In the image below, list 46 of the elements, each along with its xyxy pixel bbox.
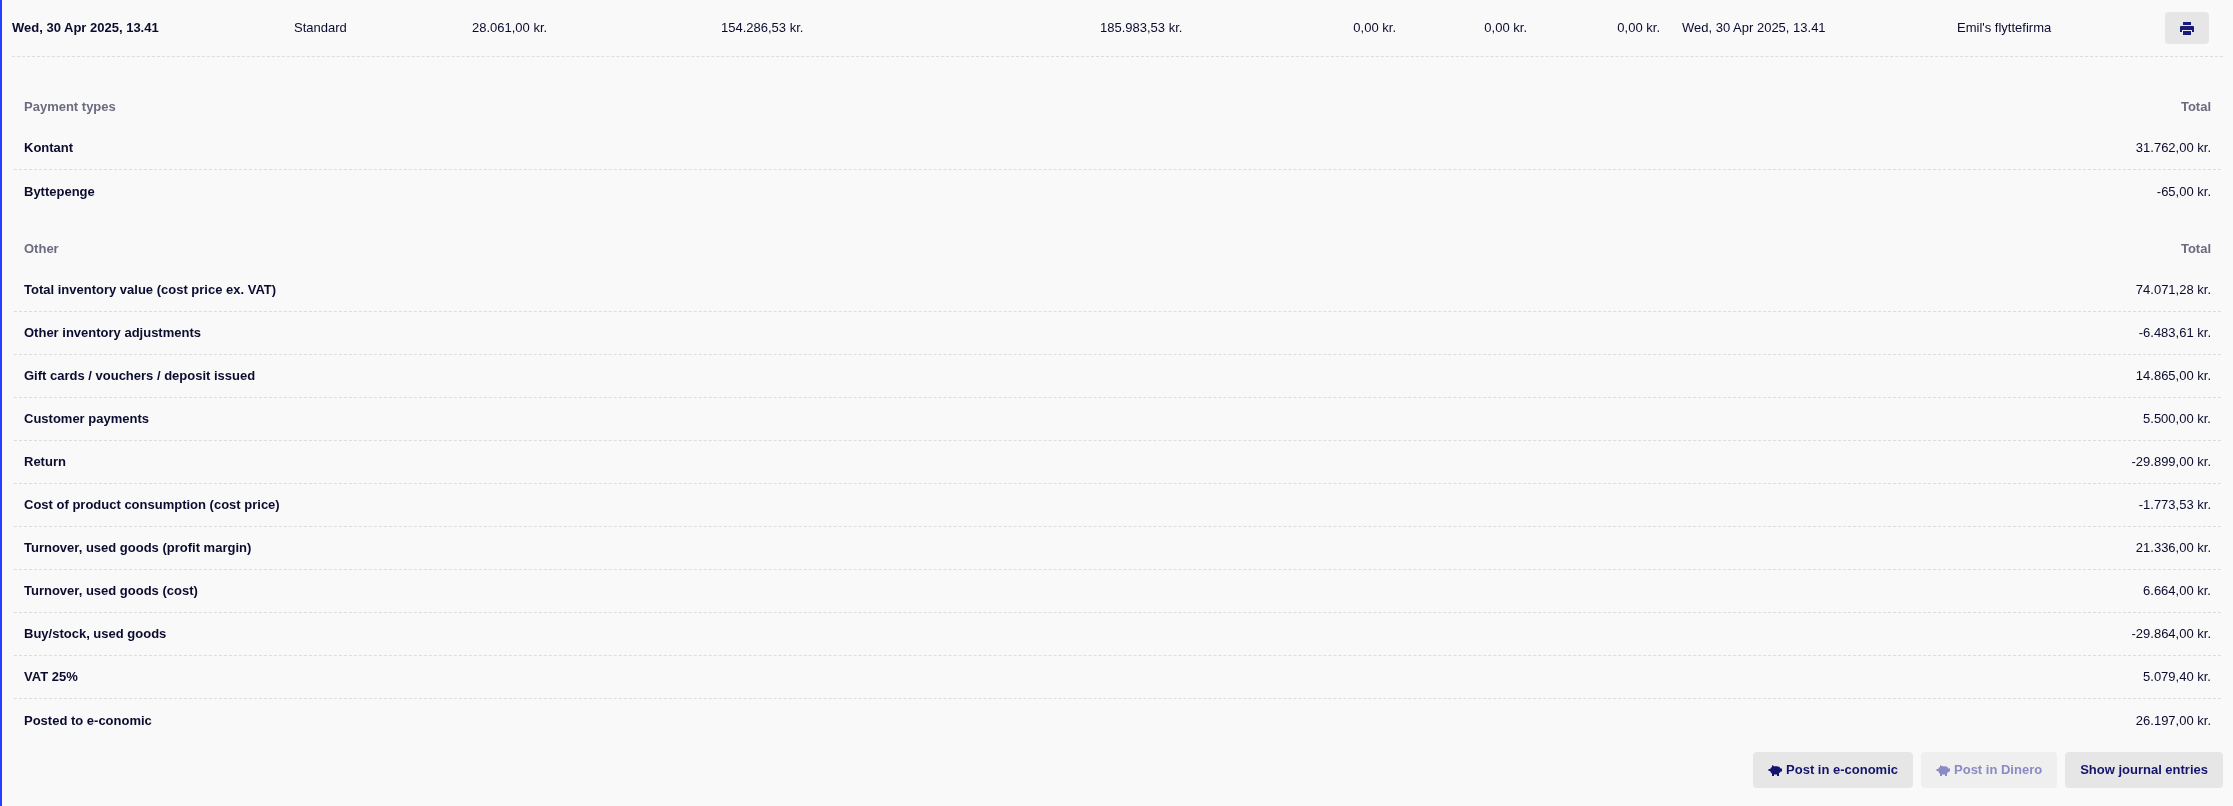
row-label: Cost of product consumption (cost price) [24,496,280,515]
row-value: -65,00 kr. [2156,182,2211,201]
row-label: Gift cards / vouchers / deposit issued [24,367,256,386]
table-cell-text: 154.286,53 kr. [721,19,805,38]
row-value: 26.197,00 kr. [2135,711,2211,730]
table-cell-text: 28.061,00 kr. [472,19,549,38]
column-heading: Total [2180,98,2211,117]
row-label: Posted to e-conomic [24,711,152,730]
row-value: -29.864,00 kr. [2131,625,2211,644]
piggy-bank-icon [1768,764,1783,776]
row-value: 31.762,00 kr. [2135,139,2211,158]
row-label: Buy/stock, used goods [24,625,167,644]
piggy-bank-icon [1936,764,1950,776]
table-cell-text: 185.983,53 kr. [1100,19,1184,38]
row-value: 74.071,28 kr. [2135,281,2211,300]
row-label: Turnover, used goods (profit margin) [24,539,252,558]
action-button[interactable]: Post in e-conomic [1753,752,1913,788]
column-heading: Total [2180,240,2211,259]
row-label: Return [24,453,66,472]
row-value: 14.865,00 kr. [2135,367,2211,386]
row-label: Kontant [24,139,74,158]
table-cell-text: Wed, 30 Apr 2025, 13.41 [1681,19,1827,38]
row-label: Other inventory adjustments [24,324,201,343]
table-cell-text: Wed, 30 Apr 2025, 13.41 [12,19,160,38]
row-label: Turnover, used goods (cost) [24,582,198,601]
table-cell-text: 0,00 kr. [1483,19,1527,38]
row-value: 6.664,00 kr. [2143,582,2211,601]
row-label: Byttepenge [24,182,95,201]
table-cell-text: 0,00 kr. [1616,19,1660,38]
row-label: Total inventory value (cost price ex. VAT) [24,281,277,300]
action-button[interactable]: Show journal entries [2065,752,2223,788]
row-value: -1.773,53 kr. [2138,496,2211,515]
print-icon [2180,21,2194,35]
row-label: Customer payments [24,410,149,429]
row-value: 21.336,00 kr. [2135,539,2211,558]
row-value: -6.483,61 kr. [2138,324,2211,343]
table-cell-text: Standard [294,19,348,38]
table-cell-text: 0,00 kr. [1352,19,1396,38]
print-button[interactable] [2165,12,2209,44]
row-value: -29.899,00 kr. [2131,453,2211,472]
row-value: 5.079,40 kr. [2143,668,2211,687]
section-heading: Other [24,240,59,259]
row-label: VAT 25% [24,668,78,687]
row-value: 5.500,00 kr. [2143,410,2211,429]
table-cell-text: Emil's flyttefirma [1957,19,2053,38]
section-heading: Payment types [24,98,116,117]
